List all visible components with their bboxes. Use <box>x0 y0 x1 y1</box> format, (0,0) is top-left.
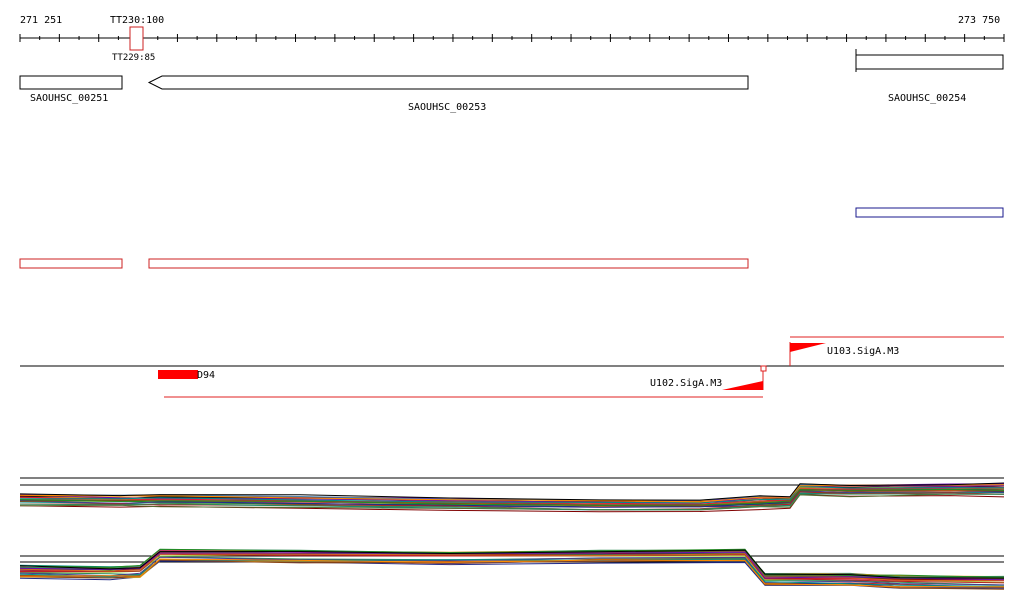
genome-browser-view: 271 251 273 750 TT230:100 TT229:85 SAOUH… <box>19 15 1005 590</box>
gene-label: SAOUHSC_00251 <box>30 93 108 104</box>
gene-label: SAOUHSC_00254 <box>888 93 966 104</box>
gene-label: SAOUHSC_00253 <box>408 102 486 113</box>
ruler-end-label: 273 750 <box>958 15 1000 26</box>
gene-box[interactable] <box>19 75 123 90</box>
gene-track: SAOUHSC_00251 SAOUHSC_00253 SAOUHSC_0025… <box>19 49 1004 113</box>
d94-label: D94 <box>197 370 215 381</box>
expression-trace <box>19 558 1005 588</box>
u103-feature[interactable]: U103.SigA.M3 <box>789 336 1004 366</box>
u103-label: U103.SigA.M3 <box>827 346 899 357</box>
ruler-start-label: 271 251 <box>20 15 62 26</box>
coordinate-ruler: 271 251 273 750 <box>19 15 1005 42</box>
d94-feature[interactable]: D94 <box>158 370 215 381</box>
gene-arrow[interactable] <box>147 75 749 90</box>
u102-label: U102.SigA.M3 <box>650 378 722 389</box>
terminator-marker-label: TT230:100 <box>110 15 164 26</box>
gene-box[interactable] <box>855 54 1004 70</box>
promoter-track: U103.SigA.M3 D94 U102.SigA.M3 <box>20 336 1004 398</box>
gene-saouhsc-00254[interactable]: SAOUHSC_00254 <box>855 49 1004 104</box>
red-transcript-box[interactable] <box>148 258 749 269</box>
u103-flag-icon[interactable] <box>790 343 826 352</box>
blue-annotation-box[interactable] <box>855 207 1004 218</box>
red-transcript-track <box>19 258 749 269</box>
red-transcript-box[interactable] <box>19 258 123 269</box>
expression-profile-bottom <box>19 548 1005 590</box>
u102-marker-box[interactable] <box>760 365 767 372</box>
gene-saouhsc-00253[interactable]: SAOUHSC_00253 <box>147 75 749 113</box>
d94-block[interactable] <box>158 370 198 379</box>
expression-trace <box>19 558 1005 587</box>
gene-saouhsc-00251[interactable]: SAOUHSC_00251 <box>19 75 123 104</box>
u102-flag-icon[interactable] <box>722 381 763 390</box>
terminator-marker-sublabel: TT229:85 <box>112 53 155 63</box>
terminator-marker-box[interactable] <box>129 26 144 51</box>
expression-profile-top <box>19 477 1005 513</box>
u102-feature[interactable]: U102.SigA.M3 <box>164 365 767 398</box>
